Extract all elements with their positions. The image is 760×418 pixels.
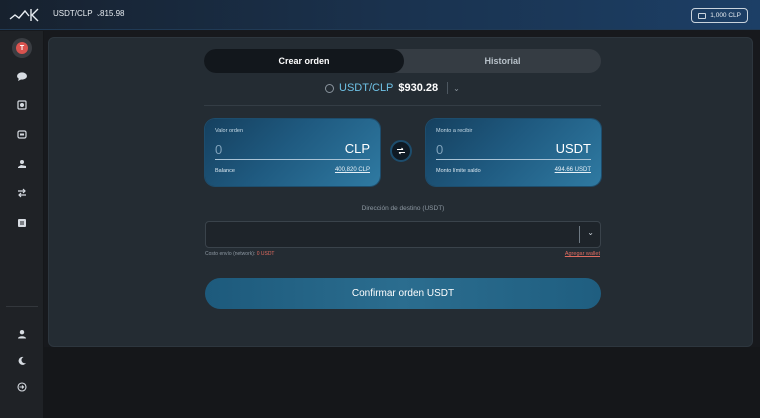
tab-historial[interactable]: Historial (404, 49, 601, 73)
pair-rate: $930.28 (398, 82, 439, 94)
sidebar-item-notes[interactable] (12, 213, 32, 233)
chevron-down-icon: ⌄ (453, 83, 460, 93)
balance-label: Balance (215, 168, 235, 174)
destination-label: Dirección de destino (USDT) (361, 205, 445, 212)
select-separator (579, 226, 580, 243)
add-wallet-link[interactable]: Agregar wallet (565, 251, 600, 257)
balance-value-link[interactable]: 400,820 CLP (335, 167, 370, 173)
sidebar-item-exchange[interactable] (12, 95, 32, 115)
chat-bubbles-icon (16, 72, 27, 81)
pair-selector[interactable]: USDT/CLP ⌄ (53, 9, 101, 18)
note-icon (18, 219, 26, 227)
coin-hand-icon (18, 160, 26, 168)
receive-amount-label: Monto a recibir (436, 128, 473, 134)
moon-icon (18, 356, 26, 365)
network-cost-label: Costo envío (network): (205, 251, 256, 257)
balance-chip-label: 1,000 CLP (710, 12, 741, 19)
limit-label: Monto límite saldo (436, 168, 481, 174)
input-underline (436, 159, 591, 160)
footer-area (44, 347, 760, 418)
limit-value-link[interactable]: 494.66 USDT (555, 167, 591, 173)
receive-currency: USDT (555, 141, 591, 156)
network-cost-value: 0 USDT (256, 251, 275, 257)
logout-icon (17, 382, 27, 392)
order-value-input[interactable]: 0 (215, 142, 222, 157)
exchange-doc-icon (17, 100, 27, 110)
order-value-label: Valor orden (215, 128, 244, 134)
wallet-icon (17, 130, 27, 139)
sidebar-item-chat[interactable] (12, 66, 32, 86)
swap-icon (397, 147, 405, 155)
network-cost: Costo envío (network): 0 USDT (205, 251, 274, 257)
avatar-t-icon: T (16, 42, 28, 54)
tab-crear-orden[interactable]: Crear orden (204, 49, 404, 73)
input-underline (215, 159, 370, 160)
sidebar-item-transfer[interactable] (12, 183, 32, 203)
pair-price: 815.98 (100, 9, 125, 18)
sidebar-item-user[interactable] (12, 324, 32, 344)
divider (204, 105, 601, 106)
order-tabs: Crear orden Historial (204, 49, 601, 73)
top-bar: USDT/CLP ⌄ 815.98 1,000 CLP (0, 0, 760, 30)
pair-name: USDT/CLP (339, 82, 394, 94)
destination-select[interactable]: ⌄ (205, 221, 601, 248)
sidebar: T (0, 31, 44, 418)
sidebar-item-wallet[interactable] (12, 124, 32, 144)
swap-button[interactable] (390, 140, 412, 162)
receive-amount-card: Monto a recibir 0 USDT Monto límite sald… (426, 119, 601, 186)
swap-arrows-icon (18, 188, 26, 198)
sidebar-item-theme[interactable] (12, 351, 32, 371)
sidebar-divider (6, 306, 38, 307)
receive-amount-input[interactable]: 0 (436, 142, 443, 157)
pair-header[interactable]: USDT/CLP $930.28 ⌄ (325, 82, 460, 94)
logo-icon[interactable] (9, 7, 39, 23)
order-value-card: Valor orden 0 CLP Balance 400,820 CLP (205, 119, 380, 186)
order-currency: CLP (344, 141, 370, 156)
wallet-icon (698, 12, 707, 19)
sidebar-item-logout[interactable] (12, 377, 32, 397)
sidebar-item-deposit[interactable] (12, 154, 32, 174)
user-icon (18, 330, 26, 339)
confirm-order-button[interactable]: Confirmar orden USDT (205, 278, 601, 309)
chevron-down-icon: ⌄ (587, 228, 594, 237)
pair-separator (447, 82, 449, 94)
coin-icon (325, 83, 334, 93)
sidebar-item-profile[interactable]: T (12, 38, 32, 58)
order-panel: Crear orden Historial USDT/CLP $930.28 ⌄… (48, 37, 753, 347)
pair-selector-label: USDT/CLP (53, 9, 93, 18)
balance-chip[interactable]: 1,000 CLP (691, 8, 748, 23)
